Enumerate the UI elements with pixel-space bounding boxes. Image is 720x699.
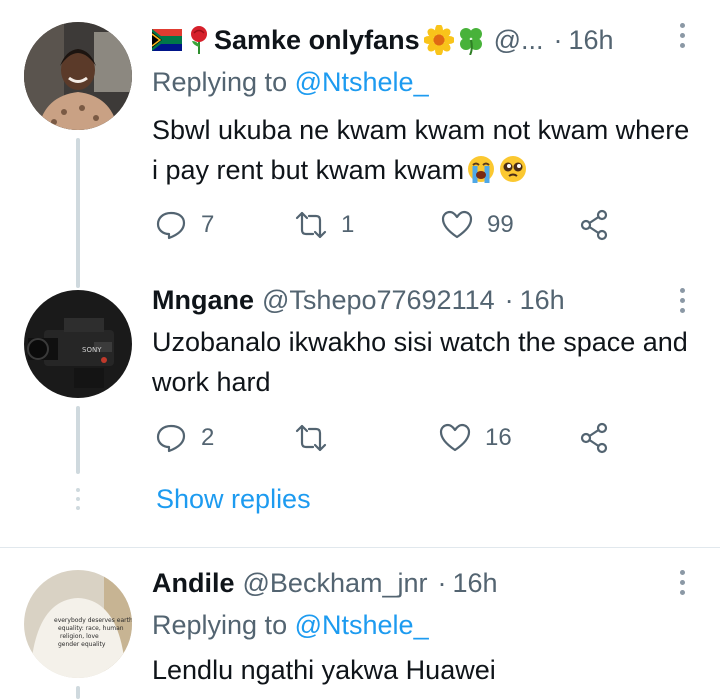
reply-button[interactable]: 2 — [155, 418, 214, 458]
share-icon — [580, 209, 608, 241]
mention-link[interactable]: @Ntshele_ — [295, 67, 429, 97]
tweet-header: Mngane @Tshepo77692114 · 16h — [152, 281, 565, 319]
tweet-body: Sbwl ukuba ne kwam kwam not kwam where i… — [152, 110, 700, 190]
avatar-samke[interactable] — [24, 22, 132, 130]
replying-to: Replying to @Ntshele_ — [152, 67, 429, 98]
shirt-text: everybody deserves earth — [54, 617, 132, 624]
more-options-icon[interactable] — [678, 570, 686, 598]
loudly-crying-face-icon — [468, 156, 495, 183]
tweet-header: Andile @Beckham_jnr · 16h — [152, 564, 498, 602]
user-handle[interactable]: @... — [494, 25, 544, 56]
display-name[interactable]: Mngane — [152, 285, 254, 316]
display-name[interactable]: Andile — [152, 568, 235, 599]
display-name[interactable]: Samke onlyfans — [152, 25, 486, 56]
tweet-time[interactable]: 16h — [520, 285, 565, 316]
tweet-samke[interactable]: Samke onlyfans @... · 16h Replying to @N… — [0, 0, 720, 290]
like-button[interactable]: 16 — [439, 418, 512, 458]
tweet-andile[interactable]: everybody deserves earth equality: race,… — [0, 548, 720, 699]
svg-text:religion, love: religion, love — [60, 633, 99, 640]
replying-prefix: Replying to — [152, 67, 288, 97]
svg-text:equality: race, human: equality: race, human — [58, 625, 124, 632]
replying-prefix: Replying to — [152, 610, 288, 640]
pleading-face-icon — [500, 156, 527, 182]
show-replies-link[interactable]: Show replies — [156, 484, 311, 515]
tweet-actions: 7 1 99 — [155, 205, 625, 245]
more-options-icon[interactable] — [678, 23, 686, 51]
separator-dot: · — [437, 567, 447, 598]
retweet-icon — [295, 211, 327, 239]
like-icon — [441, 210, 473, 239]
avatar-mngane[interactable]: SONY — [24, 290, 132, 398]
like-icon — [439, 423, 471, 452]
south-africa-flag-icon — [152, 29, 182, 51]
retweet-button[interactable] — [295, 418, 327, 458]
mention-link[interactable]: @Ntshele_ — [295, 610, 429, 640]
like-count: 99 — [487, 211, 514, 238]
separator-dot: · — [504, 284, 514, 315]
svg-text:gender equality: gender equality — [58, 641, 106, 648]
tweet-time[interactable]: 16h — [453, 568, 498, 599]
thread-line — [76, 138, 80, 288]
retweet-icon — [295, 424, 327, 452]
replying-to: Replying to @Ntshele_ — [152, 610, 429, 641]
reply-icon — [156, 424, 186, 453]
reply-count: 2 — [201, 424, 215, 451]
thread-line — [76, 406, 80, 474]
share-icon — [580, 422, 608, 454]
share-button[interactable] — [579, 418, 611, 458]
tweet-text: Sbwl ukuba ne kwam kwam not kwam where i… — [152, 115, 690, 185]
thread-ellipsis — [76, 488, 80, 515]
tweet-mngane[interactable]: SONY Mngane @Tshepo77692114 · 16h Uzoban… — [0, 278, 720, 548]
like-count: 16 — [485, 424, 512, 451]
reply-button[interactable]: 7 — [155, 205, 214, 245]
tweet-actions: 2 16 — [155, 418, 625, 458]
four-leaf-clover-icon — [459, 28, 482, 55]
tweet-text: Lendlu ngathi yakwa Huawei — [152, 655, 496, 685]
retweet-button[interactable]: 1 — [295, 205, 354, 245]
tweet-body: Lendlu ngathi yakwa Huawei — [152, 650, 700, 690]
tweet-text: Uzobanalo ikwakho sisi watch the space a… — [152, 327, 688, 397]
avatar-andile[interactable]: everybody deserves earth equality: race,… — [24, 570, 132, 678]
display-name-text: Samke onlyfans — [214, 24, 420, 55]
reply-count: 7 — [201, 211, 215, 238]
tweet-body: Uzobanalo ikwakho sisi watch the space a… — [152, 322, 700, 402]
separator-dot: · — [553, 24, 563, 55]
user-handle[interactable]: @Tshepo77692114 — [262, 285, 495, 316]
tweet-time[interactable]: 16h — [569, 25, 614, 56]
share-button[interactable] — [579, 205, 611, 245]
svg-text:SONY: SONY — [82, 346, 102, 354]
more-options-icon[interactable] — [678, 288, 686, 316]
rose-icon — [191, 26, 207, 54]
like-button[interactable]: 99 — [441, 205, 514, 245]
reply-icon — [156, 211, 186, 240]
sunflower-icon — [423, 25, 454, 55]
user-handle[interactable]: @Beckham_jnr — [243, 568, 428, 599]
retweet-count: 1 — [341, 211, 355, 238]
tweet-header: Samke onlyfans @... · 16h — [152, 21, 614, 59]
thread-line — [76, 686, 80, 699]
